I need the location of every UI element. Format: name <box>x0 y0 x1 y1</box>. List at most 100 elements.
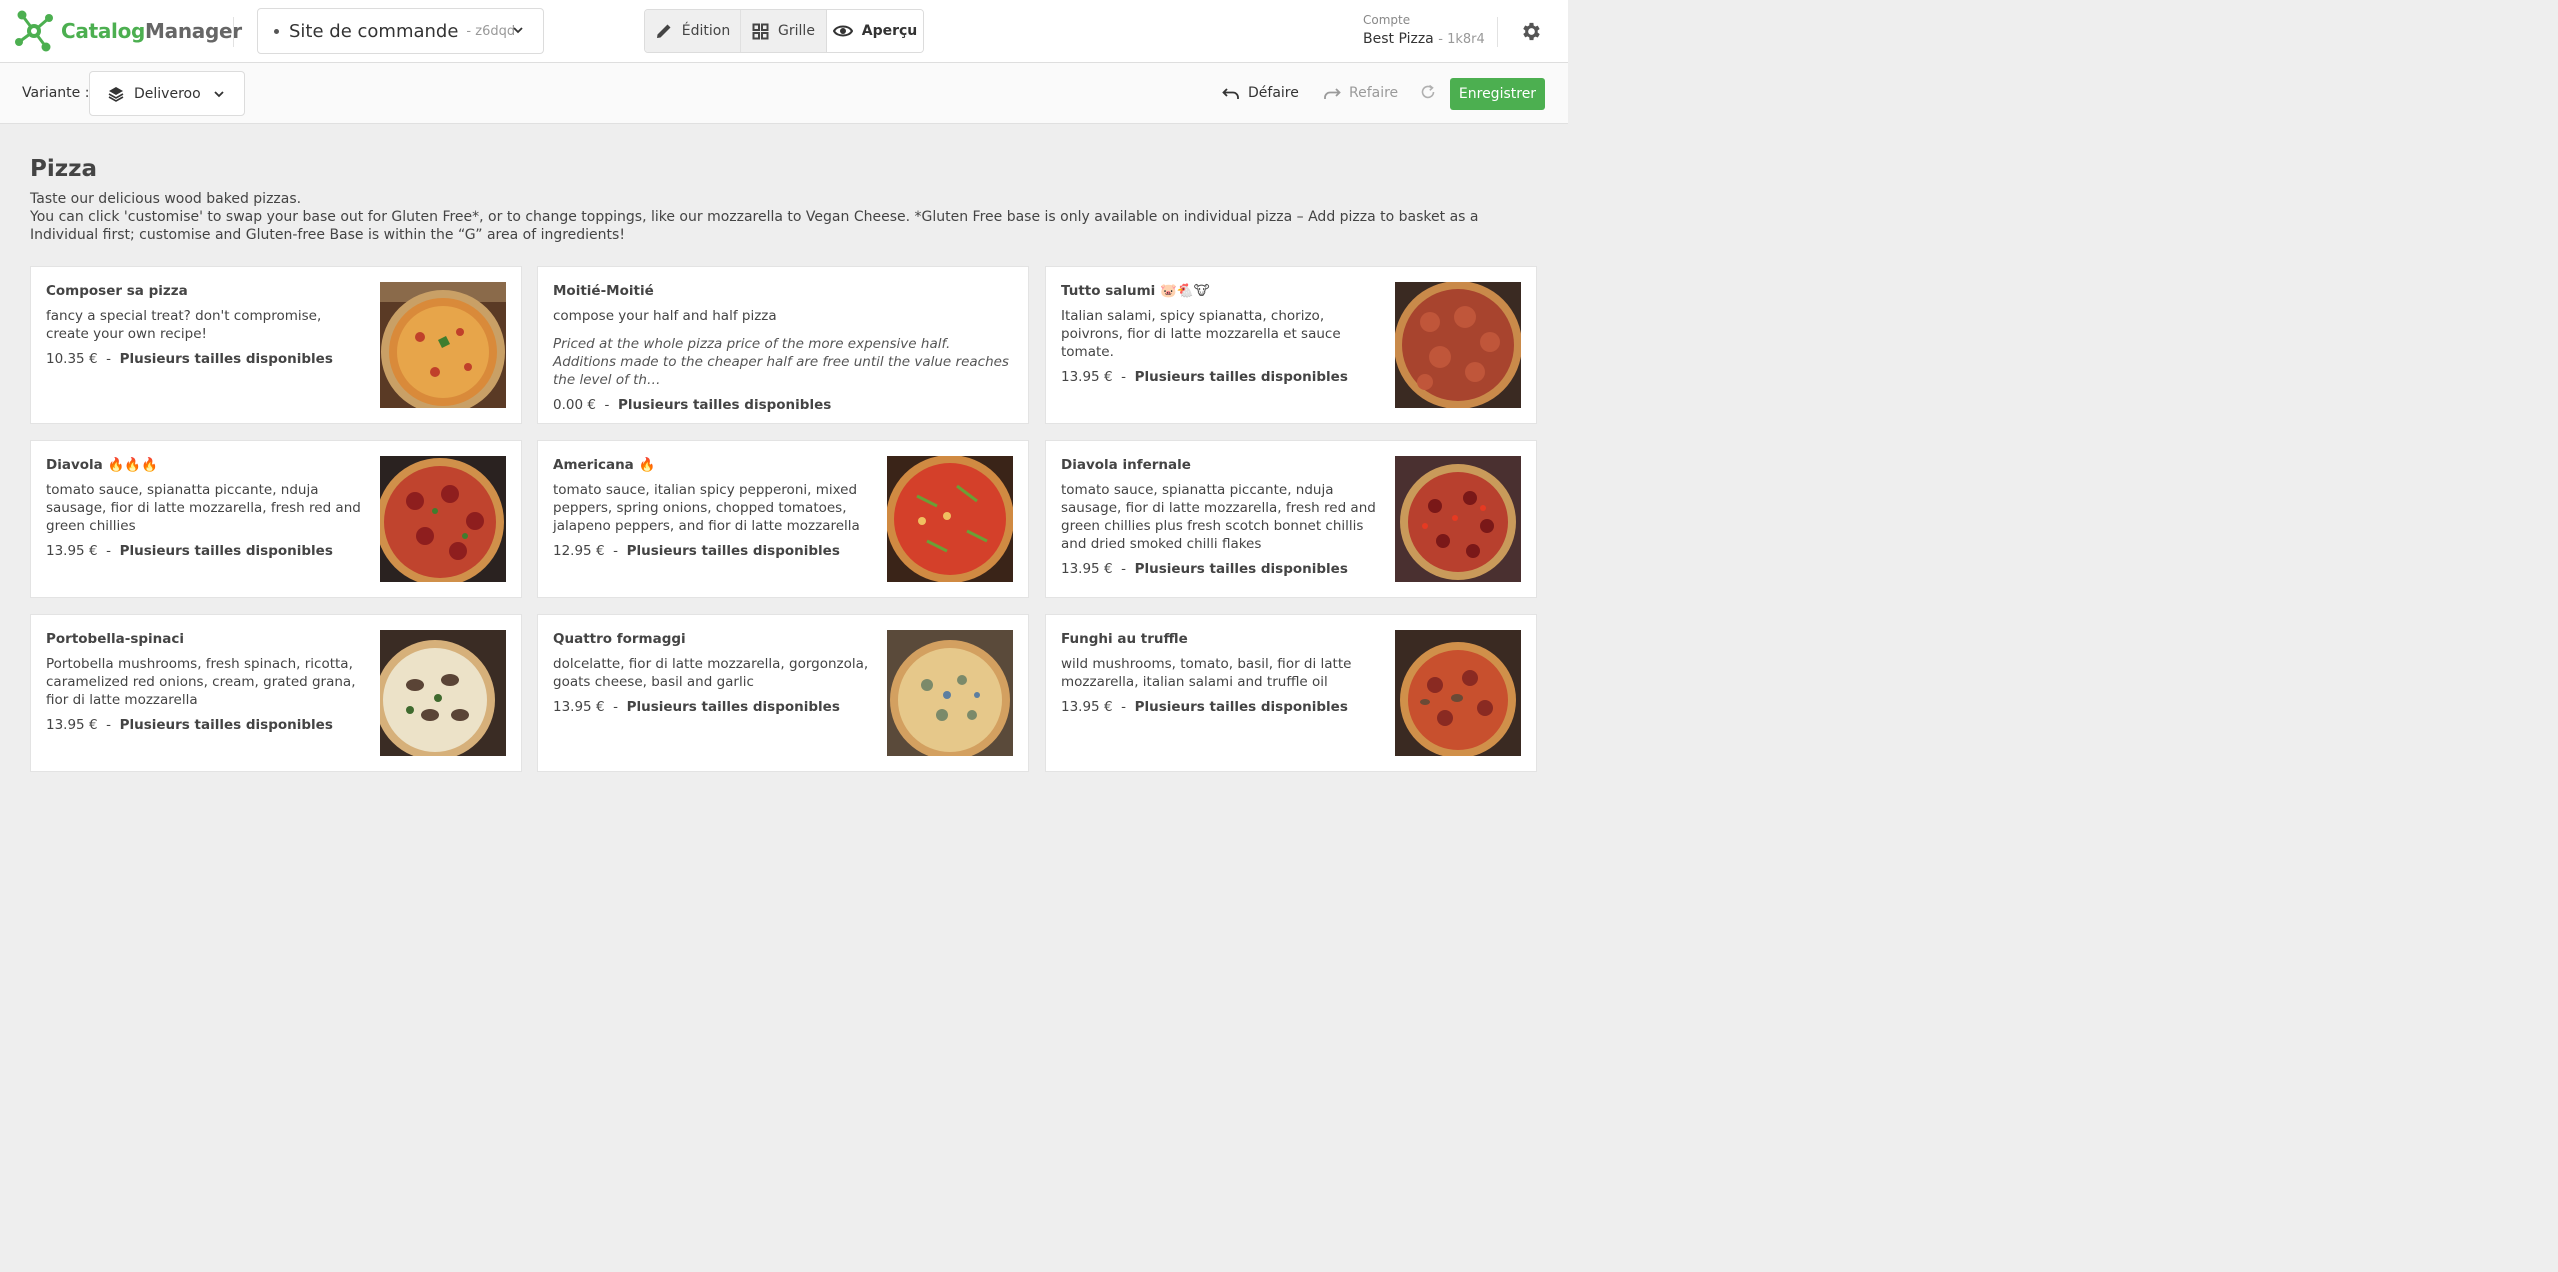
redo-label: Refaire <box>1349 85 1399 101</box>
section-description-line: Taste our delicious wood baked pizzas. <box>30 191 302 207</box>
site-selector[interactable]: Site de commande - z6dqd <box>257 8 544 54</box>
mode-preview-button[interactable]: Aperçu <box>827 10 923 52</box>
product-price-row: 13.95 € - Plusieurs tailles disponibles <box>46 717 333 733</box>
undo-button[interactable]: Défaire <box>1222 85 1299 101</box>
product-card[interactable]: Funghi au truffle wild mushrooms, tomato… <box>1045 614 1537 772</box>
redo-icon <box>1324 88 1341 99</box>
account-name: Best Pizza <box>1363 31 1434 47</box>
size-availability: Plusieurs tailles disponibles <box>119 351 333 367</box>
product-description: wild mushrooms, tomato, basil, fior di l… <box>1061 656 1352 690</box>
product-description: tomato sauce, spianatta piccante, nduja … <box>46 482 361 534</box>
divider <box>1497 17 1498 47</box>
site-id: - z6dqd <box>466 23 516 39</box>
product-price: 13.95 € <box>46 543 98 559</box>
mode-grid-label: Grille <box>778 23 815 39</box>
product-card[interactable]: Moitié-Moitié compose your half and half… <box>537 266 1029 424</box>
logo-text-manager: Manager <box>145 19 242 43</box>
product-price: 13.95 € <box>1061 369 1113 385</box>
variant-selector[interactable]: Deliveroo <box>89 71 245 116</box>
section-title: Pizza <box>30 156 98 182</box>
mode-edit-label: Édition <box>681 23 731 39</box>
chevron-down-icon <box>214 91 224 98</box>
mode-edit-button[interactable]: Édition <box>645 10 741 52</box>
product-description: Italian salami, spicy spianatta, chorizo… <box>1061 308 1341 360</box>
product-card[interactable]: Portobella-spinaci Portobella mushrooms,… <box>30 614 522 772</box>
account-label: Compte <box>1363 13 1411 27</box>
size-availability: Plusieurs tailles disponibles <box>618 397 832 413</box>
product-price: 13.95 € <box>46 717 98 733</box>
product-image <box>1395 456 1521 582</box>
mode-preview-label: Aperçu <box>861 23 918 39</box>
product-description: tomato sauce, spianatta piccante, nduja … <box>1061 482 1376 552</box>
product-price-row: 13.95 € - Plusieurs tailles disponibles <box>46 543 333 559</box>
product-title: Funghi au truffle <box>1061 631 1188 647</box>
product-title: Diavola infernale <box>1061 457 1191 473</box>
molecule-logo-icon <box>15 10 53 52</box>
size-availability: Plusieurs tailles disponibles <box>1134 561 1348 577</box>
product-title: Quattro formaggi <box>553 631 686 647</box>
mode-grid-button[interactable]: Grille <box>741 10 827 52</box>
divider <box>233 17 234 47</box>
view-mode-switcher: Édition Grille Aperçu <box>644 9 924 53</box>
product-image <box>1395 630 1521 756</box>
product-price: 13.95 € <box>553 699 605 715</box>
undo-label: Défaire <box>1248 85 1299 101</box>
product-title: Portobella-spinaci <box>46 631 185 647</box>
variant-value: Deliveroo <box>134 85 201 102</box>
product-price-row: 13.95 € - Plusieurs tailles disponibles <box>1061 561 1348 577</box>
account-info[interactable]: Compte Best Pizza - 1k8r4 <box>1363 13 1485 47</box>
product-title: Composer sa pizza <box>46 283 188 299</box>
save-button[interactable]: Enregistrer <box>1450 78 1545 110</box>
section-description-line: You can click 'customise' to swap your b… <box>30 209 1479 243</box>
product-image <box>1395 282 1521 408</box>
product-title: Tutto salumi 🐷🐔🐮 <box>1061 283 1210 299</box>
size-availability: Plusieurs tailles disponibles <box>1134 699 1348 715</box>
product-image <box>887 456 1013 582</box>
product-card[interactable]: Diavola infernale tomato sauce, spianatt… <box>1045 440 1537 598</box>
size-availability: Plusieurs tailles disponibles <box>1134 369 1348 385</box>
product-price-row: 10.35 € - Plusieurs tailles disponibles <box>46 351 333 367</box>
account-id: - 1k8r4 <box>1438 32 1485 47</box>
size-availability: Plusieurs tailles disponibles <box>119 543 333 559</box>
product-description: fancy a special treat? don't compromise,… <box>46 308 322 342</box>
layers-icon <box>108 86 124 102</box>
product-price-row: 13.95 € - Plusieurs tailles disponibles <box>553 699 840 715</box>
product-card[interactable]: Tutto salumi 🐷🐔🐮 Italian salami, spicy s… <box>1045 266 1537 424</box>
redo-button[interactable]: Refaire <box>1323 85 1398 101</box>
size-availability: Plusieurs tailles disponibles <box>626 543 840 559</box>
product-price-row: 13.95 € - Plusieurs tailles disponibles <box>1061 369 1348 385</box>
bullet-icon <box>274 28 279 34</box>
product-image <box>380 630 506 756</box>
product-note: Priced at the whole pizza price of the m… <box>553 336 1009 388</box>
product-title: Moitié-Moitié <box>553 283 654 299</box>
size-availability: Plusieurs tailles disponibles <box>119 717 333 733</box>
app-logo[interactable]: CatalogManager <box>14 9 242 53</box>
section-description: Taste our delicious wood baked pizzas. Y… <box>30 190 1540 244</box>
product-card[interactable]: Quattro formaggi dolcelatte, fior di lat… <box>537 614 1029 772</box>
product-description: Portobella mushrooms, fresh spinach, ric… <box>46 656 356 708</box>
product-card[interactable]: Composer sa pizza fancy a special treat?… <box>30 266 522 424</box>
product-card[interactable]: Diavola 🔥🔥🔥 tomato sauce, spianatta picc… <box>30 440 522 598</box>
gear-icon[interactable] <box>1520 20 1543 43</box>
eye-icon <box>832 25 853 37</box>
product-price: 13.95 € <box>1061 699 1113 715</box>
refresh-icon[interactable] <box>1420 84 1436 100</box>
product-image <box>380 456 506 582</box>
product-description: compose your half and half pizza <box>553 308 777 324</box>
product-image <box>380 282 506 408</box>
size-availability: Plusieurs tailles disponibles <box>626 699 840 715</box>
pencil-icon <box>656 24 671 38</box>
chevron-down-icon <box>513 27 523 34</box>
product-price: 0.00 € <box>553 397 596 413</box>
grid-icon <box>752 23 769 39</box>
toolbar: Variante : Deliveroo Défaire Refaire <box>0 63 1568 124</box>
product-card[interactable]: Americana 🔥 tomato sauce, italian spicy … <box>537 440 1029 598</box>
product-price: 12.95 € <box>553 543 605 559</box>
product-price: 10.35 € <box>46 351 98 367</box>
product-price-row: 12.95 € - Plusieurs tailles disponibles <box>553 543 840 559</box>
site-name: Site de commande <box>289 20 459 42</box>
product-title: Diavola 🔥🔥🔥 <box>46 457 158 473</box>
product-price-row: 0.00 € - Plusieurs tailles disponibles <box>553 397 832 413</box>
undo-icon <box>1222 88 1239 99</box>
product-price-row: 13.95 € - Plusieurs tailles disponibles <box>1061 699 1348 715</box>
